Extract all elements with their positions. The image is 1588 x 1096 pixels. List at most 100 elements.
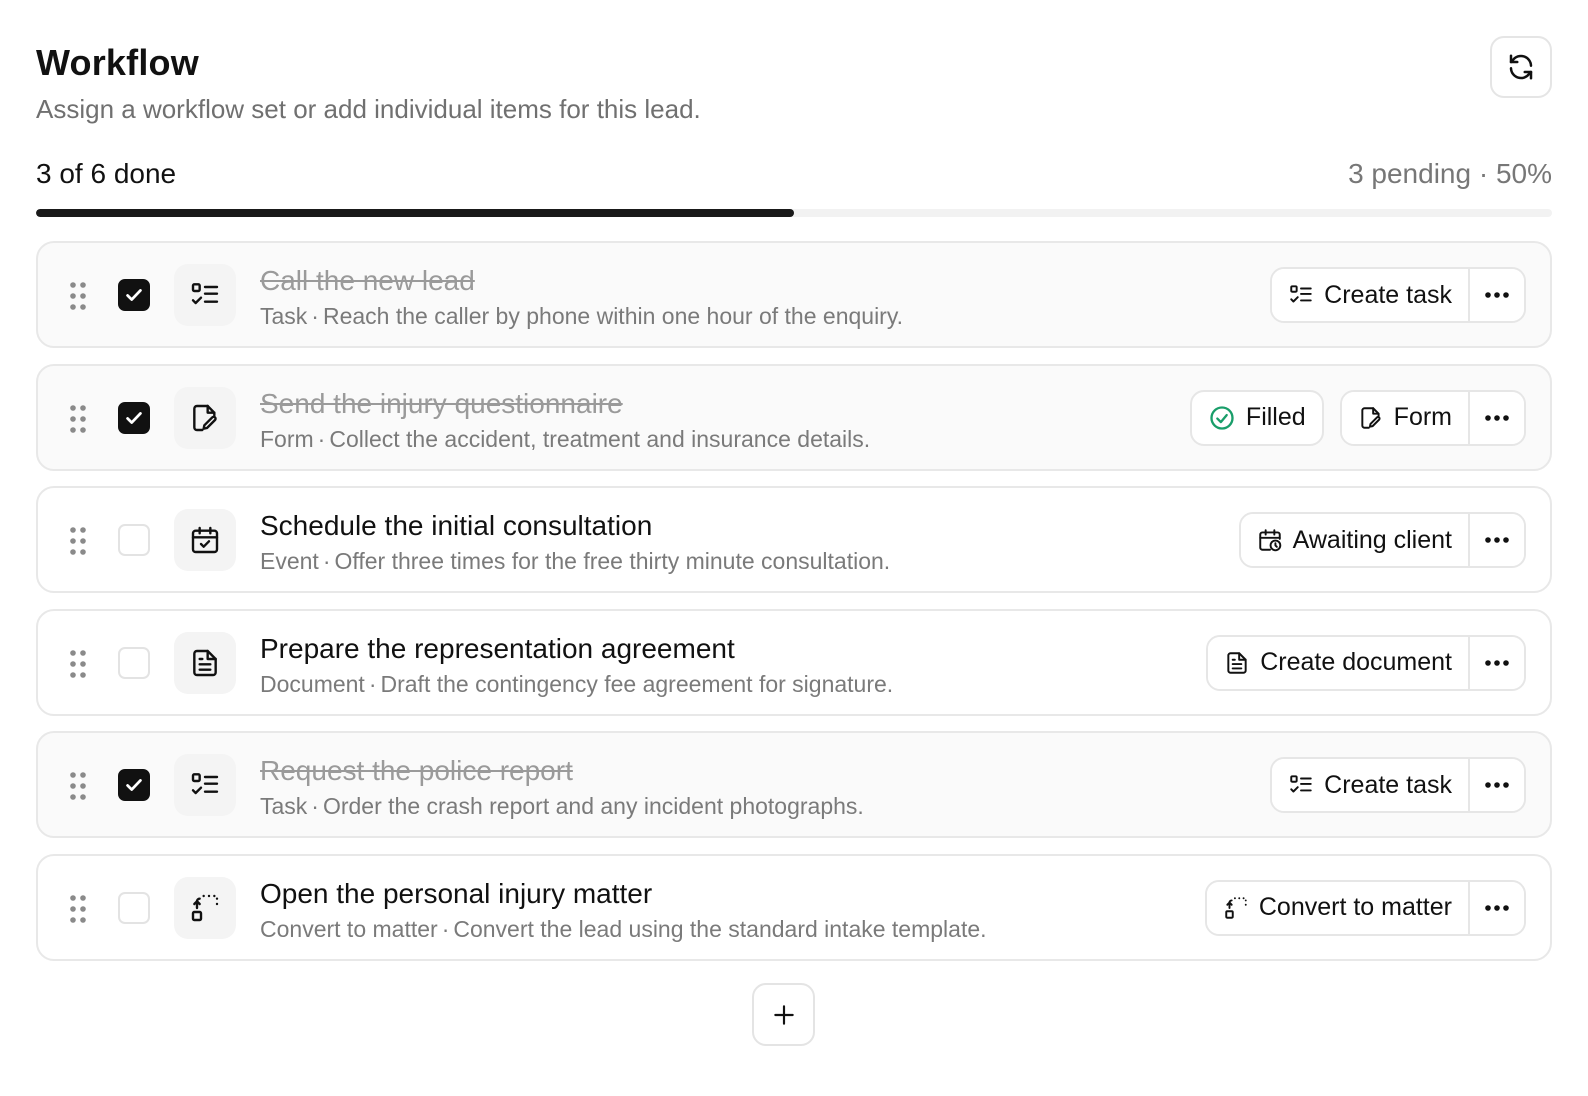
item-type: Form [260,425,314,452]
convert-icon [1223,895,1249,921]
item-action-label: Create document [1260,648,1452,676]
item-description-text: Collect the accident, treatment and insu… [329,425,871,452]
workflow-item[interactable]: Send the injury questionnaire Form · Colle… [36,363,1552,471]
item-description: Convert to matter · Convert the lead using… [260,915,987,942]
convert-icon [174,876,236,939]
item-action-label: Convert to matter [1258,893,1452,921]
more-options-button[interactable] [1468,514,1524,566]
workflow-item[interactable]: Prepare the representation agreement Doc… [36,608,1552,716]
status-badge-label: Filled [1245,403,1306,431]
item-type: Event [260,548,319,574]
workflow-header: Workflow Assign a workflow set or add in… [36,36,1552,126]
item-title: Prepare the representation agreement [260,632,735,664]
item-description-text: Draft the contingency fee agreement for … [380,670,894,697]
item-actions: Awaiting client [1238,512,1526,568]
checkmark-icon [126,779,142,791]
item-checkbox[interactable] [118,769,150,801]
item-description: Task · Order the crash report and any inci… [260,793,864,819]
refresh-icon [1509,54,1533,80]
item-action-label: Form [1393,403,1452,431]
item-action-button[interactable]: Create document [1208,636,1468,689]
workflow-item[interactable]: Request the police report Task · Order the… [36,731,1552,838]
item-action-button[interactable]: Awaiting client [1240,514,1468,566]
progress-done-label: 3 of 6 done [36,158,177,189]
more-horizontal-icon [1485,782,1509,788]
item-action-button[interactable]: Create task [1272,759,1468,811]
item-description: Event · Offer three times for the free thi… [260,548,891,574]
progress-summary: 3 of 6 done 3 pending · 50% [36,156,1552,196]
more-horizontal-icon [1485,537,1509,543]
more-options-button[interactable] [1468,269,1524,321]
workflow-item[interactable]: Call the new lead Task · Reach the caller … [36,241,1552,348]
item-action-label: Awaiting client [1292,525,1452,554]
more-options-button[interactable] [1468,881,1524,934]
workflow-item[interactable]: Schedule the initial consultation Event ·… [36,486,1552,593]
item-description-text: Reach the caller by phone within one hou… [322,303,904,329]
action-button-group: Form [1339,389,1526,446]
action-button-group: Awaiting client [1238,512,1526,568]
more-horizontal-icon [1485,904,1509,911]
item-checkbox[interactable] [118,891,150,924]
form-edit-icon [1358,405,1384,431]
progress-stats-label: 3 pending · 50% [1348,158,1552,189]
drag-handle-icon[interactable] [68,771,88,801]
item-title: Call the new lead [260,265,475,296]
action-button-group: Create task [1270,267,1526,323]
drag-handle-icon[interactable] [68,526,88,556]
action-button-group: Create document [1206,634,1526,691]
workflow-item[interactable]: Open the personal injury matter Convert … [36,853,1552,961]
item-type: Document [260,670,365,697]
item-type: Task [260,793,308,819]
item-title: Send the injury questionnaire [260,387,623,419]
item-description-text: Offer three times for the free thirty mi… [334,548,891,574]
item-description: Document · Draft the contingency fee agree… [260,670,894,697]
status-badge-filled: Filled [1189,389,1324,446]
action-button-group: Convert to matter [1204,879,1526,936]
task-list-icon [174,754,236,816]
form-edit-icon [174,386,236,449]
item-actions: Create document [1206,634,1526,691]
drag-handle-icon[interactable] [68,281,88,311]
item-checkbox[interactable] [118,401,150,434]
progress-bar [36,209,1552,217]
plus-icon [773,1004,794,1025]
action-button-group: Create task [1270,757,1526,813]
more-horizontal-icon [1485,659,1509,666]
refresh-button[interactable] [1490,36,1552,98]
item-action-button[interactable]: Convert to matter [1206,881,1468,934]
item-actions: Create task [1270,757,1526,813]
item-type: Convert to matter [260,915,438,942]
item-actions: Create task [1270,267,1526,323]
item-checkbox[interactable] [118,279,150,311]
calendar-check-icon [174,509,236,571]
item-actions: Filled Form [1189,389,1526,446]
item-title: Open the personal injury matter [260,877,653,909]
more-options-button[interactable] [1468,391,1524,444]
document-icon [174,631,236,694]
document-icon [1224,650,1250,676]
item-checkbox[interactable] [118,646,150,679]
item-actions: Convert to matter [1204,879,1526,936]
item-type: Task [260,303,308,329]
more-options-button[interactable] [1468,636,1524,689]
drag-handle-icon[interactable] [68,894,88,924]
item-description: Form · Collect the accident, treatment and… [260,425,871,452]
more-options-button[interactable] [1468,759,1524,811]
item-action-button[interactable]: Form [1341,391,1468,444]
more-horizontal-icon [1485,414,1509,421]
task-list-icon [174,264,236,326]
drag-handle-icon[interactable] [68,649,88,679]
item-title: Schedule the initial consultation [260,510,653,541]
add-item-button[interactable] [752,983,815,1046]
item-action-label: Create task [1324,280,1452,309]
page-subtitle: Assign a workflow set or add individual … [36,94,701,124]
progress-bar-fill [36,209,794,217]
item-description-text: Order the crash report and any incident … [322,793,864,819]
calendar-clock-icon [1257,527,1283,553]
more-horizontal-icon [1485,292,1509,298]
workflow-item-list: Call the new lead Task · Reach the caller … [36,241,1552,976]
drag-handle-icon[interactable] [68,404,88,434]
item-checkbox[interactable] [118,524,150,556]
item-action-button[interactable]: Create task [1272,269,1468,321]
item-action-label: Create task [1324,770,1452,799]
